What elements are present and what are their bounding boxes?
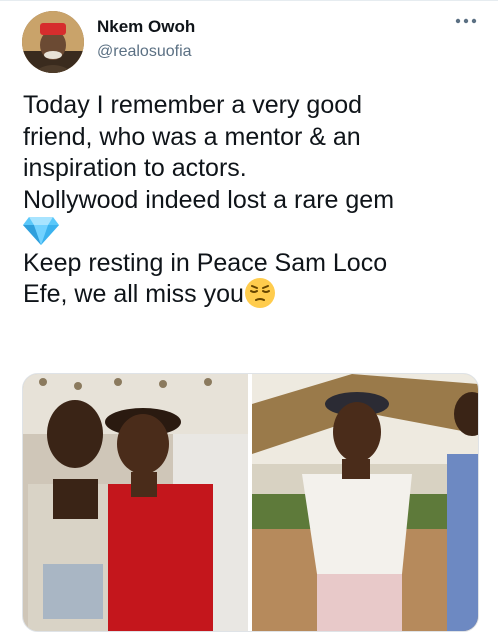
tweet-media[interactable]	[22, 373, 479, 632]
tweet-line: Keep resting in Peace Sam Loco	[23, 248, 388, 277]
tweet-line: Nollywood indeed lost a rare gem	[23, 185, 395, 214]
more-options-icon[interactable]	[452, 14, 480, 34]
tweet-line: Today I remember a very good	[23, 91, 363, 119]
photo-left[interactable]	[23, 374, 248, 631]
avatar[interactable]	[22, 11, 84, 73]
tweet-line	[23, 216, 483, 248]
photo-right[interactable]	[252, 374, 478, 631]
tweet-text: Today I remember a very good friend, who…	[23, 90, 483, 311]
gem-emoji	[23, 217, 59, 246]
tweet-line: friend, who was a mentor & an	[23, 122, 361, 151]
divider	[0, 0, 498, 1]
author-name[interactable]: Nkem Owoh	[97, 17, 195, 37]
tweet-line: inspiration to actors.	[23, 154, 247, 182]
author-handle[interactable]: @realosuofia	[97, 43, 192, 61]
tweet-line: Efe, we all miss you	[23, 278, 483, 311]
tweet-line-text: Efe, we all miss you	[23, 280, 244, 308]
avatar-image	[22, 11, 84, 73]
pensive-face-emoji	[244, 278, 275, 309]
